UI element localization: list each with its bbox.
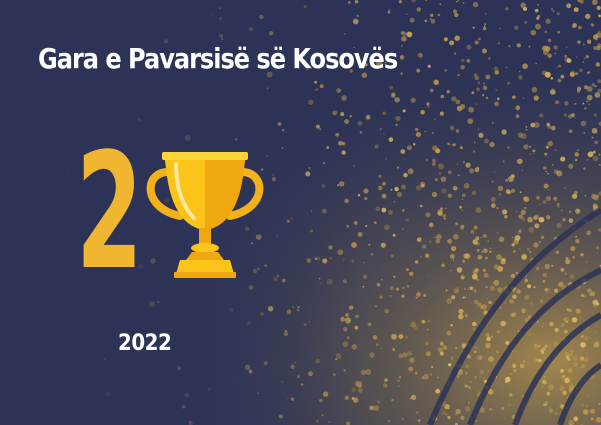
rank-number: 2 [76,118,143,305]
page-title: Gara e Pavarsisë së Kosovës [38,42,398,75]
award-card: Gara e Pavarsisë së Kosovës 2 2022 [0,0,601,425]
trophy-icon [146,152,264,278]
year-label: 2022 [118,331,172,356]
